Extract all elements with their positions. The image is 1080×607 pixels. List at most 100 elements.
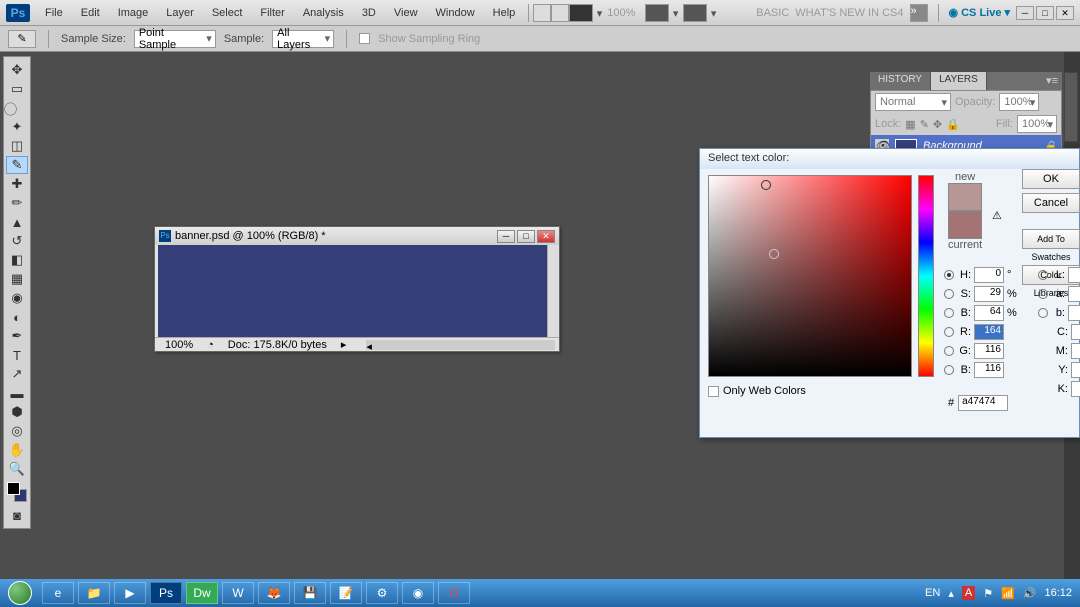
- path-tool-icon[interactable]: ↗: [6, 365, 28, 383]
- blur-tool-icon[interactable]: ◉: [6, 289, 28, 307]
- h-radio[interactable]: [944, 270, 954, 280]
- dialog-title[interactable]: Select text color:: [700, 149, 1079, 169]
- menu-edit[interactable]: Edit: [72, 3, 109, 23]
- launch-bridge-icon[interactable]: [533, 4, 551, 22]
- wand-tool-icon[interactable]: ✦: [6, 118, 28, 136]
- gradient-tool-icon[interactable]: ▦: [6, 270, 28, 288]
- lock-image-icon[interactable]: ✎: [920, 118, 929, 131]
- task-opera-icon[interactable]: O: [438, 582, 470, 604]
- sample-size-select[interactable]: Point Sample: [134, 30, 216, 48]
- task-save-icon[interactable]: 💾: [294, 582, 326, 604]
- tray-expand-icon[interactable]: ▴: [948, 587, 954, 600]
- g-input[interactable]: 116: [974, 343, 1004, 359]
- eraser-tool-icon[interactable]: ◧: [6, 251, 28, 269]
- 3d-camera-tool-icon[interactable]: ◎: [6, 422, 28, 440]
- lasso-tool-icon[interactable]: ⃝: [6, 99, 28, 117]
- dodge-tool-icon[interactable]: ◐: [6, 308, 28, 326]
- task-notepad-icon[interactable]: 📝: [330, 582, 362, 604]
- pen-tool-icon[interactable]: ✒: [6, 327, 28, 345]
- menu-help[interactable]: Help: [484, 3, 525, 23]
- opacity-input[interactable]: 100%: [999, 93, 1039, 111]
- only-web-checkbox[interactable]: [708, 386, 719, 397]
- C-input[interactable]: 34: [1071, 324, 1080, 340]
- type-tool-icon[interactable]: T: [6, 346, 28, 364]
- lock-all-icon[interactable]: 🔒: [946, 118, 960, 131]
- workspace-switcher-icon[interactable]: [683, 4, 707, 22]
- doc-close-icon[interactable]: ✕: [537, 230, 555, 243]
- menu-analysis[interactable]: Analysis: [294, 3, 353, 23]
- task-firefox-icon[interactable]: 🦊: [258, 582, 290, 604]
- hand-tool-icon[interactable]: ✋: [6, 441, 28, 459]
- start-button[interactable]: [0, 579, 40, 607]
- crop-tool-icon[interactable]: ◫: [6, 137, 28, 155]
- bv-radio[interactable]: [944, 365, 954, 375]
- lb-input[interactable]: 8: [1068, 305, 1080, 321]
- task-chrome-icon[interactable]: ◉: [402, 582, 434, 604]
- 3d-tool-icon[interactable]: ⬢: [6, 403, 28, 421]
- view-extras-icon[interactable]: [551, 4, 569, 22]
- b-radio[interactable]: [944, 308, 954, 318]
- document-titlebar[interactable]: Ps banner.psd @ 100% (RGB/8) * ─ □ ✕: [155, 227, 559, 245]
- menu-select[interactable]: Select: [203, 3, 252, 23]
- add-swatches-button[interactable]: Add To Swatches: [1022, 229, 1080, 249]
- tray-clock[interactable]: 16:12: [1044, 587, 1072, 599]
- hue-slider[interactable]: [918, 175, 934, 377]
- show-ring-checkbox[interactable]: [359, 33, 370, 44]
- expand-arrow-icon[interactable]: »: [910, 4, 928, 22]
- tab-history[interactable]: HISTORY: [870, 72, 931, 90]
- r-radio[interactable]: [944, 327, 954, 337]
- color-marker-new[interactable]: [761, 180, 771, 190]
- tray-lang[interactable]: EN: [925, 587, 940, 599]
- tab-layers[interactable]: LAYERS: [931, 72, 987, 90]
- quickmask-tool-icon[interactable]: ◙: [6, 506, 28, 524]
- vertical-scrollbar[interactable]: [547, 245, 559, 337]
- doc-maximize-icon[interactable]: □: [517, 230, 535, 243]
- restore-icon[interactable]: □: [1036, 6, 1054, 20]
- fill-input[interactable]: 100%: [1017, 115, 1057, 133]
- task-ie-icon[interactable]: e: [42, 582, 74, 604]
- tray-flag-icon[interactable]: ⚑: [983, 587, 993, 600]
- tray-adobe-icon[interactable]: A: [962, 586, 975, 600]
- hex-input[interactable]: a47474: [958, 395, 1008, 411]
- r-input[interactable]: 164: [974, 324, 1004, 340]
- l-radio[interactable]: [1038, 270, 1048, 280]
- task-photoshop-icon[interactable]: Ps: [150, 582, 182, 604]
- shape-tool-icon[interactable]: ▬: [6, 384, 28, 402]
- blend-mode-select[interactable]: Normal: [875, 93, 951, 111]
- whatsnew-label[interactable]: WHAT'S NEW IN CS4: [795, 7, 903, 19]
- color-swatches[interactable]: [7, 482, 27, 502]
- menu-view[interactable]: View: [385, 3, 427, 23]
- screen-mode-icon[interactable]: [645, 4, 669, 22]
- a-input[interactable]: 20: [1068, 286, 1080, 302]
- zoom-tool-icon[interactable]: 🔍: [6, 460, 28, 478]
- Y-input[interactable]: 46: [1071, 362, 1080, 378]
- K-input[interactable]: 7: [1071, 381, 1080, 397]
- ok-button[interactable]: OK: [1022, 169, 1080, 189]
- menu-window[interactable]: Window: [427, 3, 484, 23]
- lb-radio[interactable]: [1038, 308, 1048, 318]
- close-icon[interactable]: ✕: [1056, 6, 1074, 20]
- minimize-icon[interactable]: ─: [1016, 6, 1034, 20]
- cancel-button[interactable]: Cancel: [1022, 193, 1080, 213]
- menu-filter[interactable]: Filter: [251, 3, 293, 23]
- color-field[interactable]: [708, 175, 912, 377]
- tray-network-icon[interactable]: 📶: [1001, 587, 1015, 600]
- tray-volume-icon[interactable]: 🔊: [1023, 587, 1037, 600]
- task-explorer-icon[interactable]: 📁: [78, 582, 110, 604]
- stamp-tool-icon[interactable]: ▲: [6, 213, 28, 231]
- task-dreamweaver-icon[interactable]: Dw: [186, 582, 218, 604]
- s-input[interactable]: 29: [974, 286, 1004, 302]
- task-wmp-icon[interactable]: ▶: [114, 582, 146, 604]
- current-color-swatch[interactable]: [948, 211, 982, 239]
- a-radio[interactable]: [1038, 289, 1048, 299]
- color-marker-current[interactable]: [769, 249, 779, 259]
- cslive-button[interactable]: CS Live ▾: [949, 6, 1011, 19]
- task-app-icon[interactable]: ⚙: [366, 582, 398, 604]
- history-brush-tool-icon[interactable]: ↺: [6, 232, 28, 250]
- document-canvas[interactable]: [158, 245, 547, 337]
- move-tool-icon[interactable]: ✥: [6, 61, 28, 79]
- doc-minimize-icon[interactable]: ─: [497, 230, 515, 243]
- sample-select[interactable]: All Layers: [272, 30, 334, 48]
- marquee-tool-icon[interactable]: ▭: [6, 80, 28, 98]
- healing-tool-icon[interactable]: ✚: [6, 175, 28, 193]
